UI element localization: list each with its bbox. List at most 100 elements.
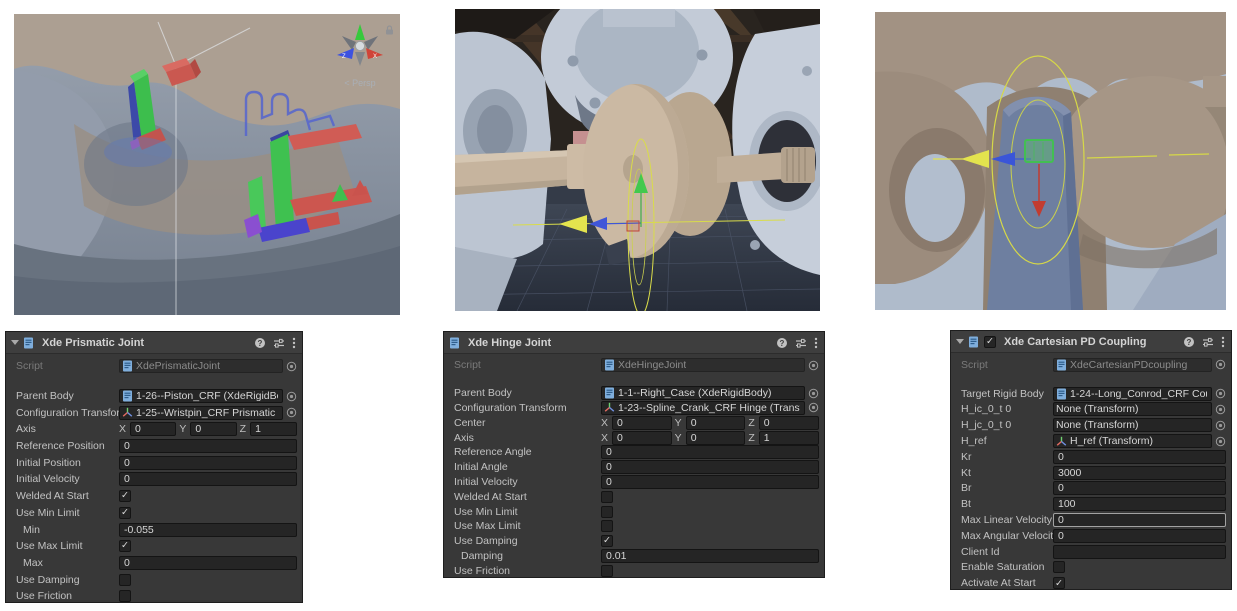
property-label: Target Rigid Body	[961, 388, 1053, 400]
script-asset-icon	[1056, 388, 1067, 400]
checkbox[interactable]: ✓	[119, 540, 131, 552]
object-field[interactable]: XdePrismaticJoint	[119, 359, 283, 373]
object-picker-icon[interactable]	[1215, 420, 1226, 431]
object-field[interactable]: 1-25--Wristpin_CRF Prismatic (1	[119, 406, 283, 420]
help-icon[interactable]: ?	[1183, 336, 1195, 348]
inspector-row: Parent Body1-26--Piston_CRF (XdeRigidBoc	[6, 388, 302, 405]
checkbox[interactable]	[601, 506, 613, 518]
value-field[interactable]: 0	[601, 445, 819, 459]
value-field[interactable]: 0	[190, 422, 236, 436]
object-field[interactable]: 1-24--Long_Conrod_CRF Coupl	[1053, 387, 1212, 401]
object-picker-icon[interactable]	[808, 360, 819, 371]
menu-icon[interactable]	[814, 337, 818, 349]
value-field[interactable]: 0	[119, 456, 297, 470]
scene-view-cartesian-coupling[interactable]	[875, 12, 1226, 310]
value-field[interactable]: -0.055	[119, 523, 297, 537]
inspector-row: CenterX0Y0Z0	[444, 415, 824, 430]
component-script-icon	[968, 336, 979, 348]
green-plane-handle[interactable]	[1025, 140, 1053, 162]
value-field[interactable]: 0	[601, 475, 819, 489]
checkbox[interactable]: ✓	[119, 507, 131, 519]
inspector-row: H_refH_ref (Transform)	[951, 433, 1231, 449]
inspector-row: Configuration Transform1-23--Spline_Cran…	[444, 401, 824, 416]
checkbox[interactable]	[119, 574, 131, 586]
object-picker-icon[interactable]	[808, 402, 819, 413]
value-field[interactable]: 0	[119, 556, 297, 570]
checkbox[interactable]: ✓	[119, 490, 131, 502]
object-field[interactable]: XdeHingeJoint	[601, 358, 805, 372]
object-field[interactable]: 1-1--Right_Case (XdeRigidBody)	[601, 386, 805, 400]
value-field[interactable]: 1	[250, 422, 297, 436]
value-field[interactable]: 3000	[1053, 466, 1226, 480]
inspector-row: Min-0.055	[6, 521, 302, 538]
value-field[interactable]: 0	[686, 416, 746, 430]
object-picker-icon[interactable]	[286, 361, 297, 372]
value-field[interactable]: 0	[1053, 529, 1226, 543]
presets-icon[interactable]	[273, 337, 285, 349]
property-label: H_ref	[961, 435, 1053, 447]
scene-view-hinge-joint[interactable]	[455, 9, 820, 311]
value-field[interactable]: 0	[612, 431, 672, 445]
object-field[interactable]: H_ref (Transform)	[1053, 434, 1212, 448]
value-field[interactable]: 0	[1053, 513, 1226, 527]
value-field[interactable]: 0	[1053, 481, 1226, 495]
inspector-row: Max Angular Velocity0	[951, 528, 1231, 544]
value-field[interactable]: 100	[1053, 497, 1226, 511]
value-field[interactable]: 0	[759, 416, 819, 430]
perspective-label[interactable]: < Persp	[344, 78, 375, 88]
checkbox[interactable]	[119, 590, 131, 602]
foldout-arrow-icon[interactable]	[11, 340, 19, 345]
value-field[interactable]: 0	[119, 439, 297, 453]
value-field[interactable]: 0.01	[601, 549, 819, 563]
object-picker-icon[interactable]	[1215, 359, 1226, 370]
checkbox[interactable]	[1053, 561, 1065, 573]
value-field[interactable]	[1053, 545, 1226, 559]
axis-label: Z	[748, 432, 754, 444]
value-field[interactable]: 0	[686, 431, 746, 445]
object-picker-icon[interactable]	[1215, 404, 1226, 415]
value-field[interactable]: 0	[612, 416, 672, 430]
checkbox[interactable]	[601, 565, 613, 577]
value-field[interactable]: 0	[119, 472, 297, 486]
script-asset-icon	[122, 360, 133, 372]
checkbox[interactable]: ✓	[601, 535, 613, 547]
svg-text:?: ?	[1187, 337, 1192, 346]
menu-icon[interactable]	[292, 337, 296, 349]
object-picker-icon[interactable]	[1215, 388, 1226, 399]
object-picker-icon[interactable]	[286, 407, 297, 418]
value-field[interactable]: 0	[130, 422, 176, 436]
checkbox[interactable]: ✓	[1053, 577, 1065, 589]
inspector-row: Configuration Transform1-25--Wristpin_CR…	[6, 404, 302, 421]
object-field[interactable]: None (Transform)	[1053, 402, 1212, 416]
inspector-row: AxisX0Y0Z1	[6, 421, 302, 438]
axis-label: Z	[240, 423, 246, 435]
checkbox[interactable]	[601, 520, 613, 532]
value-field[interactable]: 1	[759, 431, 819, 445]
scene-view-prismatic-joint[interactable]: Z X < Persp	[14, 14, 400, 315]
property-label: Parent Body	[16, 390, 119, 402]
presets-icon[interactable]	[1202, 336, 1214, 348]
object-field[interactable]: 1-26--Piston_CRF (XdeRigidBoc	[119, 389, 283, 403]
help-icon[interactable]: ?	[776, 337, 788, 349]
red-center-handle[interactable]	[627, 221, 639, 231]
help-icon[interactable]: ?	[254, 337, 266, 349]
property-label: Use Damping	[16, 574, 119, 586]
component-enabled-checkbox[interactable]: ✓	[984, 336, 996, 348]
value-field[interactable]: 0	[1053, 450, 1226, 464]
object-field[interactable]: XdeCartesianPDcoupling	[1053, 358, 1212, 372]
menu-icon[interactable]	[1221, 336, 1225, 348]
script-asset-icon	[122, 390, 133, 402]
inspector-panel-prismatic-joint: Xde Prismatic Joint?ScriptXdePrismaticJo…	[5, 331, 303, 603]
object-field[interactable]: 1-23--Spline_Crank_CRF Hinge (Transform)	[601, 401, 805, 415]
object-field[interactable]: None (Transform)	[1053, 418, 1212, 432]
object-picker-icon[interactable]	[808, 388, 819, 399]
checkbox[interactable]	[601, 491, 613, 503]
object-picker-icon[interactable]	[286, 391, 297, 402]
presets-icon[interactable]	[795, 337, 807, 349]
value-field[interactable]: 0	[601, 460, 819, 474]
inspector-row: Initial Velocity0	[444, 475, 824, 490]
svg-text:?: ?	[780, 338, 785, 347]
object-picker-icon[interactable]	[1215, 436, 1226, 447]
foldout-arrow-icon[interactable]	[956, 339, 964, 344]
gizmo-x-label: X	[373, 54, 377, 60]
